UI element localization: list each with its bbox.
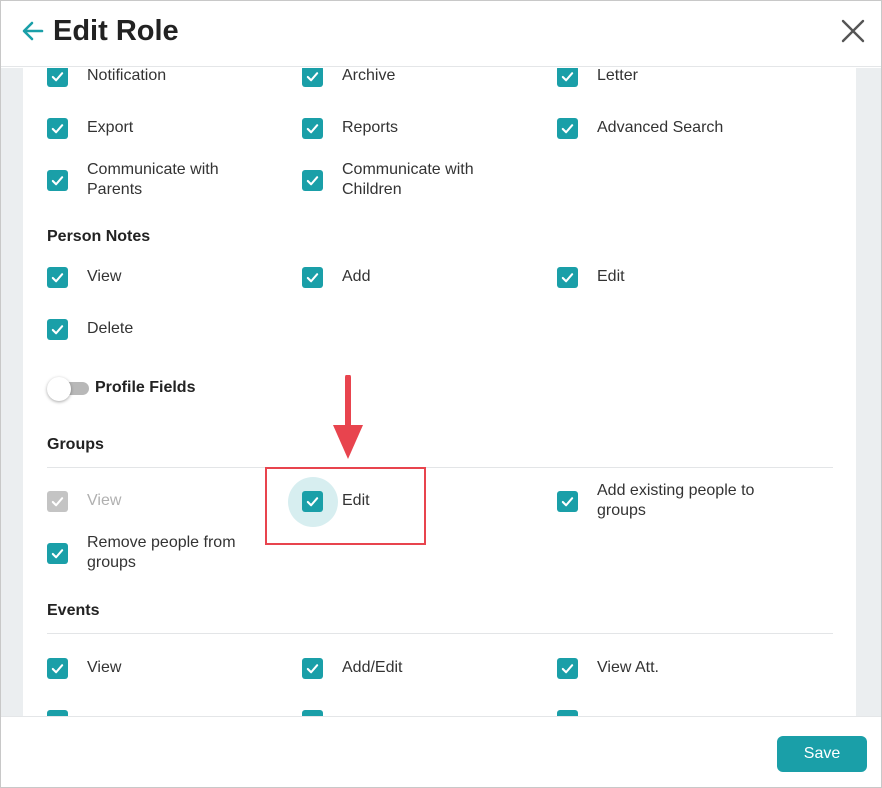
checkbox-checked-icon[interactable] [47,318,68,340]
dialog-footer: Save [1,716,881,787]
save-button[interactable]: Save [777,736,867,772]
events-row-partial-2[interactable] [302,698,323,716]
events-row-partial-3[interactable] [557,698,578,716]
permission-label: View [87,268,122,285]
permission-label: Communicate with Parents [87,161,219,198]
checkbox-checked-icon[interactable] [47,68,68,87]
checkbox-checked-icon[interactable] [47,169,68,191]
close-icon[interactable] [839,17,867,45]
checkbox-checked-icon[interactable] [302,657,323,679]
person-notes-add[interactable]: Add [302,255,370,299]
checkbox-checked-icon[interactable] [302,117,323,139]
arrow-down-icon [330,374,366,463]
annotation-highlight-box [265,467,426,545]
permission-label: Add/Edit [342,659,403,676]
person-notes-view[interactable]: View [47,255,121,299]
permission-communicate-parents[interactable]: Communicate with Parents [47,158,267,202]
permissions-scroll-area[interactable]: Notification Archive Letter Export Repor… [1,68,881,716]
permission-label: Edit [597,268,625,285]
checkbox-checked-icon[interactable] [47,117,68,139]
permission-label: Archive [342,68,396,84]
permission-label: Reports [342,119,399,136]
permission-label: Remove people from groups [87,534,236,571]
section-title-groups: Groups [47,436,104,453]
checkbox-checked-icon[interactable] [557,68,578,87]
edit-role-dialog: Edit Role Notification Archive Letter Ex… [0,0,882,788]
section-divider [47,633,833,634]
person-notes-delete[interactable]: Delete [47,307,133,351]
permission-export[interactable]: Export [47,106,133,150]
events-view[interactable]: View [47,646,121,690]
permission-label: Delete [87,320,134,337]
events-row-partial-1[interactable] [47,698,68,716]
permission-letter[interactable]: Letter [557,68,638,98]
checkbox-checked-icon[interactable] [557,490,578,512]
person-notes-edit[interactable]: Edit [557,255,625,299]
checkbox-checked-disabled-icon [47,490,68,512]
permission-notification[interactable]: Notification [47,68,166,98]
permission-archive[interactable]: Archive [302,68,395,98]
permission-label: Letter [597,68,638,84]
permission-label: Add [342,268,371,285]
groups-view: View [47,479,121,523]
permission-label: Export [87,119,134,136]
checkbox-checked-icon[interactable] [302,266,323,288]
checkbox-checked-icon[interactable] [47,266,68,288]
section-title-events: Events [47,602,100,619]
checkbox-checked-icon[interactable] [557,117,578,139]
permission-label: View [87,659,122,676]
permission-reports[interactable]: Reports [302,106,398,150]
permission-label: Add existing people to groups [597,482,755,519]
section-divider [47,467,833,468]
events-view-att[interactable]: View Att. [557,646,659,690]
dialog-header: Edit Role [1,1,881,67]
arrow-left-icon[interactable] [19,17,47,45]
page-title: Edit Role [53,15,179,47]
permission-label: View Att. [597,659,659,676]
events-add-edit[interactable]: Add/Edit [302,646,402,690]
permission-label: Advanced Search [597,119,724,136]
permission-label: View [87,492,122,509]
permission-label: Notification [87,68,167,84]
profile-fields-label: Profile Fields [95,379,196,396]
groups-remove-people[interactable]: Remove people from groups [47,531,267,575]
checkbox-checked-icon[interactable] [302,68,323,87]
checkbox-checked-icon[interactable] [302,169,323,191]
checkbox-checked-icon[interactable] [47,657,68,679]
permission-communicate-children[interactable]: Communicate with Children [302,158,522,202]
permission-advanced-search[interactable]: Advanced Search [557,106,723,150]
groups-add-existing-people[interactable]: Add existing people to groups [557,479,777,523]
permissions-card: Notification Archive Letter Export Repor… [23,68,856,716]
checkbox-checked-icon[interactable] [557,657,578,679]
permission-label: Communicate with Children [342,161,474,198]
section-title-person-notes: Person Notes [47,228,151,245]
checkbox-checked-icon[interactable] [47,542,68,564]
checkbox-checked-icon[interactable] [557,266,578,288]
profile-fields-toggle[interactable] [47,375,91,401]
toggle-knob[interactable] [47,377,71,401]
